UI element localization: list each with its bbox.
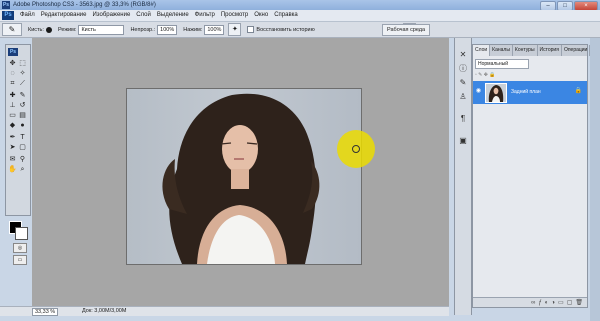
notes-tool-icon[interactable]: ✉ <box>8 155 17 164</box>
flow-input[interactable]: 100% <box>204 24 225 35</box>
eraser-tool-icon[interactable]: ▭ <box>8 111 17 120</box>
gradient-tool-icon[interactable]: ▤ <box>18 111 27 120</box>
flow-label: Нажим: <box>183 26 203 33</box>
lock-icon: 🔒 <box>574 88 582 94</box>
blend-mode-select[interactable]: Нормальный <box>475 59 529 69</box>
lock-row: ▫ ✎ ✥ 🔒 <box>475 72 496 78</box>
layers-bottom-bar: ∞ ƒ ◐ ◑ ▭ ▢ 🗑 <box>473 297 587 307</box>
airbrush-icon[interactable]: ✦ <box>228 23 242 36</box>
history-brush-icon[interactable]: ↺ <box>18 101 27 110</box>
brush-tool-icon[interactable]: ✎ <box>18 91 27 100</box>
layer-row[interactable]: ◉ Задний план 🔒 <box>473 81 587 104</box>
menu-file[interactable]: Файл <box>17 10 38 21</box>
magic-wand-icon[interactable]: ✧ <box>18 69 27 78</box>
canvas-area[interactable] <box>32 38 449 306</box>
layers-panel-tabs: Слои Каналы Контуры История Операции <box>473 45 591 56</box>
pen-tool-icon[interactable]: ✒ <box>8 133 17 142</box>
options-bar: ✎ Кисть: Режим: Кисть Непрозр.: 100% Наж… <box>0 22 600 38</box>
tab-history[interactable]: История <box>538 45 562 56</box>
mode-select[interactable]: Кисть <box>78 24 125 35</box>
fx-icon[interactable]: ƒ <box>538 298 541 307</box>
lasso-tool-icon[interactable]: ◌ <box>8 69 17 78</box>
healing-tool-icon[interactable]: ✚ <box>8 91 17 100</box>
layers-panel: Слои Каналы Контуры История Операции Нор… <box>472 44 591 308</box>
eye-icon[interactable]: ◉ <box>475 88 482 95</box>
right-edge <box>590 38 600 321</box>
eyedropper-icon[interactable]: ⚲ <box>18 155 27 164</box>
mode-label: Режим: <box>57 26 77 33</box>
info-icon[interactable]: ⓘ <box>458 64 468 74</box>
tools-panel: Ps ✥ ⬚ ◌ ✧ ⌗ ⟋ ✚ ✎ ⊥ ↺ ▭ ▤ ◆ ● ✒ T ➤ ▢ ✉… <box>5 44 31 265</box>
window-title: Adobe Photoshop CS3 - 3563.jpg @ 33,3% (… <box>13 2 156 8</box>
opacity-label: Непрозр.: <box>130 26 156 33</box>
adjustment-icon[interactable]: ◑ <box>551 298 555 307</box>
layer-thumbnail-icon <box>488 85 504 102</box>
navigator-icon[interactable]: ✕ <box>458 50 468 60</box>
clone-stamp-icon[interactable]: ⊥ <box>8 101 17 110</box>
portrait-photo-icon <box>162 93 320 264</box>
marquee-tool-icon[interactable]: ⬚ <box>18 59 27 68</box>
history-label: Восстановить историю <box>256 26 315 33</box>
brushes-icon[interactable]: ✎ <box>458 78 468 88</box>
blur-tool-icon[interactable]: ◆ <box>8 121 17 130</box>
document-image[interactable] <box>126 88 362 265</box>
tool-preset-picker[interactable]: ✎ <box>2 23 22 36</box>
tab-paths[interactable]: Контуры <box>513 45 538 56</box>
menu-window[interactable]: Окно <box>251 10 271 21</box>
workspace-button[interactable]: Рабочая среда <box>382 24 431 36</box>
history-checkbox[interactable] <box>247 26 255 33</box>
background-color-swatch[interactable] <box>15 227 28 240</box>
ps-logo-icon: Ps <box>2 11 14 20</box>
menu-view[interactable]: Просмотр <box>218 10 251 21</box>
tab-layers[interactable]: Слои <box>473 45 491 56</box>
path-select-icon[interactable]: ➤ <box>8 143 17 152</box>
folder-icon[interactable]: ▭ <box>558 298 564 307</box>
ps-badge-icon: Ps <box>8 48 18 56</box>
app-icon: Ps <box>2 1 10 9</box>
title-bar: Ps Adobe Photoshop CS3 - 3563.jpg @ 33,3… <box>0 0 600 11</box>
paragraph-icon[interactable]: ¶ <box>458 114 468 124</box>
tab-actions[interactable]: Операции <box>562 45 591 56</box>
layer-name[interactable]: Задний план <box>511 89 541 96</box>
link-icon[interactable]: ∞ <box>531 298 535 307</box>
menu-edit[interactable]: Редактирование <box>38 10 90 21</box>
brush-label: Кисть: <box>28 26 44 33</box>
layer-comps-icon[interactable]: ▣ <box>458 136 468 146</box>
zoom-tool-icon[interactable]: ⌕ <box>18 165 27 174</box>
brush-cursor-center <box>352 145 360 153</box>
menu-select[interactable]: Выделение <box>154 10 192 21</box>
tab-channels[interactable]: Каналы <box>490 45 513 56</box>
shape-tool-icon[interactable]: ▢ <box>18 143 27 152</box>
opacity-input[interactable]: 100% <box>157 24 178 35</box>
type-tool-icon[interactable]: T <box>18 133 27 142</box>
menu-image[interactable]: Изображение <box>89 10 133 21</box>
brush-cursor-icon <box>337 130 375 168</box>
panel-dock-strip: ✕ ⓘ ✎ ♙ ¶ ▣ <box>454 38 472 315</box>
clone-source-icon[interactable]: ♙ <box>458 92 468 102</box>
status-bar: 33,33 % Док: 3,00М/3,00М <box>0 306 449 316</box>
photoshop-window: Ps Adobe Photoshop CS3 - 3563.jpg @ 33,3… <box>0 0 600 321</box>
slice-tool-icon[interactable]: ⟋ <box>18 79 27 88</box>
crop-tool-icon[interactable]: ⌗ <box>8 79 17 88</box>
quick-mask-button[interactable]: ◎ <box>13 243 27 253</box>
menu-filter[interactable]: Фильтр <box>192 10 218 21</box>
move-tool-icon[interactable]: ✥ <box>8 59 17 68</box>
menu-help[interactable]: Справка <box>271 10 301 21</box>
dodge-tool-icon[interactable]: ● <box>18 121 27 130</box>
new-layer-icon[interactable]: ▢ <box>567 298 573 307</box>
mask-icon[interactable]: ◐ <box>545 298 549 307</box>
document-info[interactable]: Док: 3,00М/3,00М <box>82 307 126 316</box>
menu-layer[interactable]: Слой <box>133 10 154 21</box>
trash-icon[interactable]: 🗑 <box>575 298 583 307</box>
hand-tool-icon[interactable]: ✋ <box>8 165 17 174</box>
screen-mode-button[interactable]: ▭ <box>13 255 27 265</box>
layer-thumbnail <box>485 83 507 103</box>
menu-bar: Ps Файл Редактирование Изображение Слой … <box>0 10 600 22</box>
window-controls: – □ × <box>540 0 598 11</box>
zoom-field[interactable]: 33,33 % <box>32 308 59 316</box>
brush-preview-icon[interactable] <box>45 26 52 33</box>
